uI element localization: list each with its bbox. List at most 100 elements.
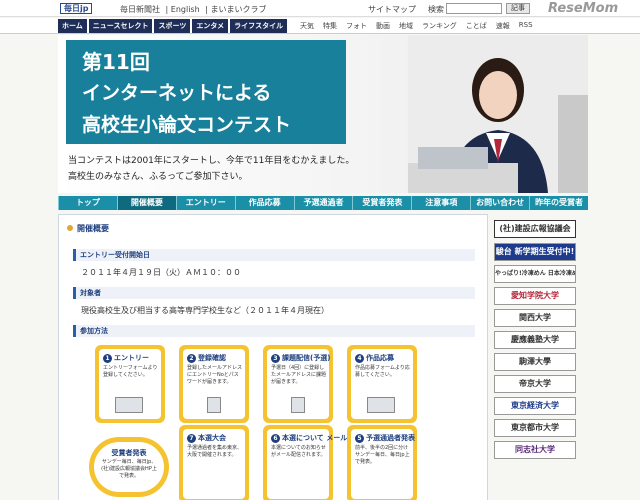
- nav-row: ホーム ニュースセレクト スポーツ エンタメ ライフスタイル 天気 特集 フォト…: [0, 18, 640, 34]
- top-links: 毎日新聞社 | English | まいまいクラブ: [120, 4, 269, 15]
- sponsor-frozen-noodle[interactable]: やっぱり!冷凍めん 日本冷凍めん協会: [494, 265, 576, 283]
- entry-start-date: ２０１１年４月１９日（火）ＡＭ１０：００: [81, 268, 241, 277]
- sponsor-komazawa[interactable]: 駒澤大學: [494, 353, 576, 371]
- tab-notes[interactable]: 注意事項: [411, 196, 470, 210]
- top-bar: 毎日jp 毎日新聞社 | English | まいまいクラブ サイトマップ 検索…: [0, 0, 640, 17]
- tab-qualifiers[interactable]: 予選通過者: [293, 196, 353, 210]
- main-nav: ホーム ニュースセレクト スポーツ エンタメ ライフスタイル: [58, 19, 289, 33]
- sponsor-sidebar: (社)建設広報協議会 駿台 新学期生受付中! やっぱり!冷凍めん 日本冷凍めん協…: [494, 220, 576, 463]
- tab-overview[interactable]: 開催概要: [116, 196, 176, 210]
- tab-submission[interactable]: 作品応募: [234, 196, 294, 210]
- hero-description-line1: 当コンテストは2001年にスタートし、今年で11年目をむかえました。: [68, 156, 355, 166]
- step-number: 2: [187, 354, 196, 363]
- sponsor-tokyo-city[interactable]: 東京都市大学: [494, 419, 576, 437]
- link-maimai-club[interactable]: | まいまいクラブ: [205, 5, 266, 14]
- hero-title-line2: インターネットによる: [82, 82, 272, 104]
- step-title: 本選大会: [198, 434, 226, 442]
- step-desc: 予選日（4回）に登録したメールアドレスに課題が届きます。: [271, 365, 327, 385]
- step-1-entry[interactable]: 1 エントリー エントリーフォームより登録してください。: [95, 345, 165, 423]
- tab-contact[interactable]: お問い合わせ: [470, 196, 529, 210]
- mainichi-jp-logo[interactable]: 毎日jp: [60, 3, 93, 14]
- step-3-task[interactable]: 3 課題配信(予選) 予選日（4回）に登録したメールアドレスに課題が届きます。: [263, 345, 333, 423]
- step-number: 4: [355, 354, 364, 363]
- subnav-region[interactable]: 地域: [399, 21, 413, 31]
- hero-banner: 第11回 インターネットによる 高校生小論文コンテスト 当コンテストは2001年…: [58, 35, 588, 193]
- method-heading: 参加方法: [73, 325, 475, 337]
- step-5-qualifiers[interactable]: 5 予選通過者発表 前半、後半の2回に分けサンデー毎日、毎日jp上で発表。: [347, 425, 417, 500]
- step-number: 1: [103, 354, 112, 363]
- sponsor-sundai[interactable]: 駿台 新学期生受付中!: [494, 243, 576, 261]
- step-7-final[interactable]: 7 本選大会 予選通過者を集め東京、大阪で開催されます。: [179, 425, 249, 500]
- hero-title-line1: 第11回: [82, 50, 150, 74]
- step-number: 7: [187, 434, 196, 443]
- step-desc: 予選通過者を集め東京、大阪で開催されます。: [187, 445, 243, 458]
- target-text: 現役高校生及び相当する高等専門学校生など（２０１１年４月現在）: [81, 306, 329, 315]
- student-photo: [408, 35, 588, 193]
- step-desc: 本選についてのお知らせがメール配信されます。: [271, 445, 326, 458]
- step-number: 3: [271, 354, 280, 363]
- section-title-text: 開催概要: [77, 224, 109, 233]
- laptop-icon: [367, 397, 395, 413]
- step-number: 6: [271, 434, 280, 443]
- subnav-feature[interactable]: 特集: [323, 21, 337, 31]
- resemom-watermark: ReseMom: [548, 1, 619, 16]
- subnav-ranking[interactable]: ランキング: [422, 21, 457, 31]
- phone-icon: [207, 397, 221, 413]
- circle-desc: サンデー毎日、毎日jp、(社)建設広報協議会HP上で発表。: [101, 459, 157, 479]
- section-bullet-icon: [67, 225, 73, 231]
- step-desc: 作品応募フォームより応募してください。: [355, 365, 410, 378]
- sponsor-doshisha[interactable]: 同志社大学: [494, 441, 576, 459]
- step-4-submit[interactable]: 4 作品応募 作品応募フォームより応募してください。: [347, 345, 417, 423]
- tab-top[interactable]: トップ: [58, 196, 117, 210]
- nav-news-select[interactable]: ニュースセレクト: [88, 19, 153, 33]
- step-title: 課題配信(予選): [282, 354, 331, 362]
- hero-title-box: 第11回 インターネットによる 高校生小論文コンテスト: [66, 40, 346, 144]
- sponsor-tokyo-keizai[interactable]: 東京経済大学: [494, 397, 576, 415]
- content-panel: 開催概要 エントリー受付開始日 ２０１１年４月１９日（火）ＡＭ１０：００ 対象者…: [58, 214, 488, 500]
- target-heading: 対象者: [73, 287, 475, 299]
- contest-tabs: トップ 開催概要 エントリー 作品応募 予選通過者 受賞者発表 注意事項 お問い…: [58, 196, 588, 210]
- step-desc: エントリーフォームより登録してください。: [103, 365, 158, 378]
- sub-nav: 天気 特集 フォト 動画 地域 ランキング ことば 速報 RSS: [300, 21, 542, 31]
- sponsor-aichi-gakuin[interactable]: 愛知学院大学: [494, 287, 576, 305]
- hero-description-line2: 高校生のみなさん、ふるってご参加下さい。: [68, 172, 248, 182]
- step-6-mail[interactable]: 6 本選について メール連絡 本選についてのお知らせがメール配信されます。: [263, 425, 361, 500]
- link-english[interactable]: | English: [166, 5, 200, 14]
- subnav-rss[interactable]: RSS: [519, 21, 533, 31]
- subnav-photo[interactable]: フォト: [346, 21, 367, 31]
- nav-lifestyle[interactable]: ライフスタイル: [230, 19, 288, 33]
- search-label: 検索: [428, 5, 444, 14]
- search-button[interactable]: 記事: [506, 3, 530, 14]
- nav-sports[interactable]: スポーツ: [154, 19, 191, 33]
- sponsor-keio[interactable]: 慶應義塾大学: [494, 331, 576, 349]
- section-title: 開催概要: [67, 223, 109, 234]
- step-title: 登録確認: [198, 354, 226, 362]
- sidebar-organizer[interactable]: (社)建設広報協議会: [494, 220, 576, 238]
- tab-last-year[interactable]: 昨年の受賞者: [529, 196, 588, 210]
- subnav-weather[interactable]: 天気: [300, 21, 314, 31]
- step-title: エントリー: [114, 354, 149, 362]
- step-desc: 前半、後半の2回に分けサンデー毎日、毎日jp上で発表。: [355, 445, 410, 465]
- link-mainichi-shimbun[interactable]: 毎日新聞社: [120, 5, 160, 14]
- search-input[interactable]: [446, 3, 502, 14]
- step-title: 作品応募: [366, 354, 394, 362]
- subnav-words[interactable]: ことば: [466, 21, 487, 31]
- step-number: 5: [355, 434, 364, 443]
- nav-entertainment[interactable]: エンタメ: [192, 19, 229, 33]
- winners-announcement[interactable]: 受賞者発表 サンデー毎日、毎日jp、(社)建設広報協議会HP上で発表。: [89, 437, 169, 497]
- tab-entry[interactable]: エントリー: [175, 196, 235, 210]
- sitemap-link[interactable]: サイトマップ: [368, 4, 416, 15]
- phone-icon: [291, 397, 305, 413]
- nav-home[interactable]: ホーム: [58, 19, 87, 33]
- tab-winners[interactable]: 受賞者発表: [352, 196, 411, 210]
- sponsor-kansai[interactable]: 関西大学: [494, 309, 576, 327]
- circle-title: 受賞者発表: [111, 449, 147, 457]
- sponsor-teikyo[interactable]: 帝京大学: [494, 375, 576, 393]
- laptop-icon: [115, 397, 143, 413]
- step-title: 予選通過者発表: [366, 434, 415, 442]
- entry-start-heading: エントリー受付開始日: [73, 249, 475, 261]
- subnav-breaking[interactable]: 速報: [496, 21, 510, 31]
- subnav-video[interactable]: 動画: [376, 21, 390, 31]
- hero-title-line3: 高校生小論文コンテスト: [82, 114, 292, 136]
- step-2-confirm[interactable]: 2 登録確認 登録したメールアドレスにエントリーNoとパスワードが届きます。: [179, 345, 249, 423]
